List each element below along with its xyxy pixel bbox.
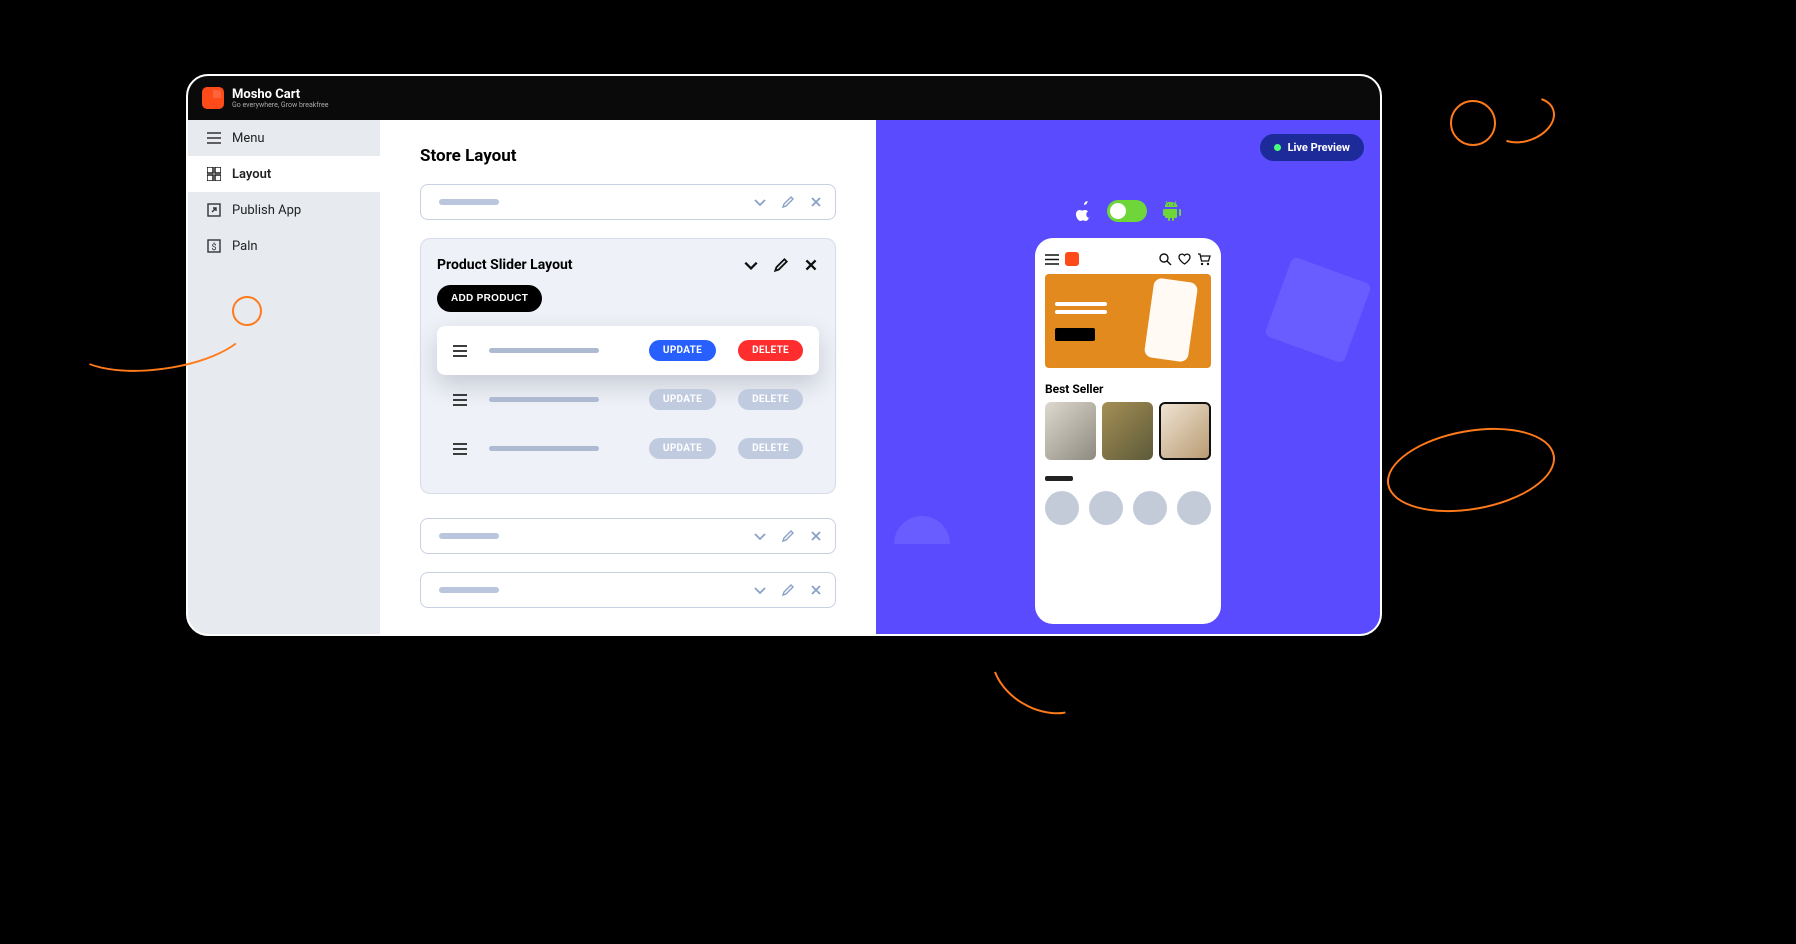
editor-panel: Store Layout Product Slider Layout bbox=[380, 120, 876, 634]
dollar-icon: $ bbox=[206, 238, 222, 254]
edit-icon[interactable] bbox=[781, 195, 795, 209]
decorative-square bbox=[1264, 256, 1372, 364]
android-icon[interactable] bbox=[1161, 201, 1181, 221]
chevron-down-icon[interactable] bbox=[753, 529, 767, 543]
placeholder-bar bbox=[1045, 476, 1073, 481]
placeholder-bar bbox=[489, 446, 599, 451]
sidebar-item-label: Layout bbox=[232, 167, 271, 182]
chevron-down-icon[interactable] bbox=[743, 257, 759, 273]
sidebar-item-label: Paln bbox=[232, 239, 258, 254]
product-slider-block: Product Slider Layout ADD PRODUCT UPDATE bbox=[420, 238, 836, 494]
app-logo-icon bbox=[1065, 252, 1079, 266]
drag-handle-icon[interactable] bbox=[453, 394, 467, 406]
close-icon[interactable] bbox=[809, 583, 823, 597]
sidebar-item-label: Menu bbox=[232, 131, 265, 146]
layout-block-collapsed[interactable] bbox=[420, 572, 836, 608]
phone-preview: Best Seller bbox=[1035, 238, 1221, 624]
platform-switch[interactable] bbox=[1107, 200, 1147, 222]
delete-button[interactable]: DELETE bbox=[738, 389, 803, 410]
placeholder-bar bbox=[439, 199, 499, 205]
search-icon[interactable] bbox=[1159, 253, 1172, 266]
edit-icon[interactable] bbox=[781, 529, 795, 543]
layout-block-collapsed[interactable] bbox=[420, 184, 836, 220]
external-link-icon bbox=[206, 202, 222, 218]
decorative-semicircle bbox=[894, 516, 950, 544]
delete-button[interactable]: DELETE bbox=[738, 438, 803, 459]
edit-icon[interactable] bbox=[781, 583, 795, 597]
apple-icon[interactable] bbox=[1075, 201, 1093, 221]
drag-handle-icon[interactable] bbox=[453, 443, 467, 455]
section-title: Best Seller bbox=[1045, 382, 1211, 396]
category-circle[interactable] bbox=[1133, 491, 1167, 525]
grid-icon bbox=[206, 166, 222, 182]
product-row[interactable]: UPDATE DELETE bbox=[437, 375, 819, 424]
brand-tagline: Go everywhere, Grow breakfree bbox=[232, 101, 328, 109]
hamburger-icon[interactable] bbox=[1045, 254, 1059, 265]
chevron-down-icon[interactable] bbox=[753, 195, 767, 209]
chevron-down-icon[interactable] bbox=[753, 583, 767, 597]
decorative-squiggle bbox=[232, 296, 262, 326]
platform-toggle bbox=[1075, 200, 1181, 222]
brand-logo: Mosho Cart Go everywhere, Grow breakfree bbox=[202, 87, 328, 109]
decorative-squiggle bbox=[1450, 100, 1496, 146]
hero-text-placeholder bbox=[1055, 302, 1107, 306]
placeholder-bar bbox=[489, 397, 599, 402]
product-thumbnail[interactable] bbox=[1045, 402, 1096, 460]
decorative-squiggle bbox=[1380, 416, 1561, 524]
product-thumbnail[interactable] bbox=[1102, 402, 1153, 460]
heart-icon[interactable] bbox=[1178, 253, 1191, 266]
preview-panel: Live Preview bbox=[876, 120, 1380, 634]
placeholder-bar bbox=[439, 533, 499, 539]
update-button[interactable]: UPDATE bbox=[649, 340, 716, 361]
product-row[interactable]: UPDATE DELETE bbox=[437, 326, 819, 375]
decorative-squiggle bbox=[1486, 88, 1561, 151]
category-circles bbox=[1045, 491, 1211, 525]
hero-banner[interactable] bbox=[1045, 274, 1211, 368]
sidebar: Menu Layout Publish App $ Paln bbox=[188, 120, 380, 634]
sidebar-item-plan[interactable]: $ Paln bbox=[188, 228, 380, 264]
page-title: Store Layout bbox=[420, 146, 836, 166]
placeholder-bar bbox=[489, 348, 599, 353]
category-circle[interactable] bbox=[1045, 491, 1079, 525]
update-button[interactable]: UPDATE bbox=[649, 438, 716, 459]
edit-icon[interactable] bbox=[773, 257, 789, 273]
product-row[interactable]: UPDATE DELETE bbox=[437, 424, 819, 473]
block-title: Product Slider Layout bbox=[437, 257, 573, 273]
delete-button[interactable]: DELETE bbox=[738, 340, 803, 361]
live-preview-badge[interactable]: Live Preview bbox=[1260, 134, 1364, 161]
cart-icon[interactable] bbox=[1197, 253, 1211, 266]
sidebar-item-menu[interactable]: Menu bbox=[188, 120, 380, 156]
logo-mark-icon bbox=[202, 87, 224, 109]
sidebar-item-label: Publish App bbox=[232, 203, 301, 218]
add-product-button[interactable]: ADD PRODUCT bbox=[437, 285, 542, 312]
hero-cta-placeholder bbox=[1055, 328, 1095, 341]
update-button[interactable]: UPDATE bbox=[649, 389, 716, 410]
placeholder-bar bbox=[439, 587, 499, 593]
header-bar: Mosho Cart Go everywhere, Grow breakfree bbox=[188, 76, 1380, 120]
brand-name: Mosho Cart bbox=[232, 88, 328, 101]
layout-block-collapsed[interactable] bbox=[420, 518, 836, 554]
close-icon[interactable] bbox=[809, 195, 823, 209]
app-window: Mosho Cart Go everywhere, Grow breakfree… bbox=[186, 74, 1382, 636]
sidebar-item-publish[interactable]: Publish App bbox=[188, 192, 380, 228]
sidebar-item-layout[interactable]: Layout bbox=[188, 156, 380, 192]
drag-handle-icon[interactable] bbox=[453, 345, 467, 357]
category-circle[interactable] bbox=[1177, 491, 1211, 525]
close-icon[interactable] bbox=[803, 257, 819, 273]
svg-text:$: $ bbox=[211, 242, 216, 253]
product-thumbnail[interactable] bbox=[1159, 402, 1211, 460]
close-icon[interactable] bbox=[809, 529, 823, 543]
live-preview-label: Live Preview bbox=[1288, 141, 1350, 154]
hamburger-icon bbox=[206, 130, 222, 146]
category-circle[interactable] bbox=[1089, 491, 1123, 525]
